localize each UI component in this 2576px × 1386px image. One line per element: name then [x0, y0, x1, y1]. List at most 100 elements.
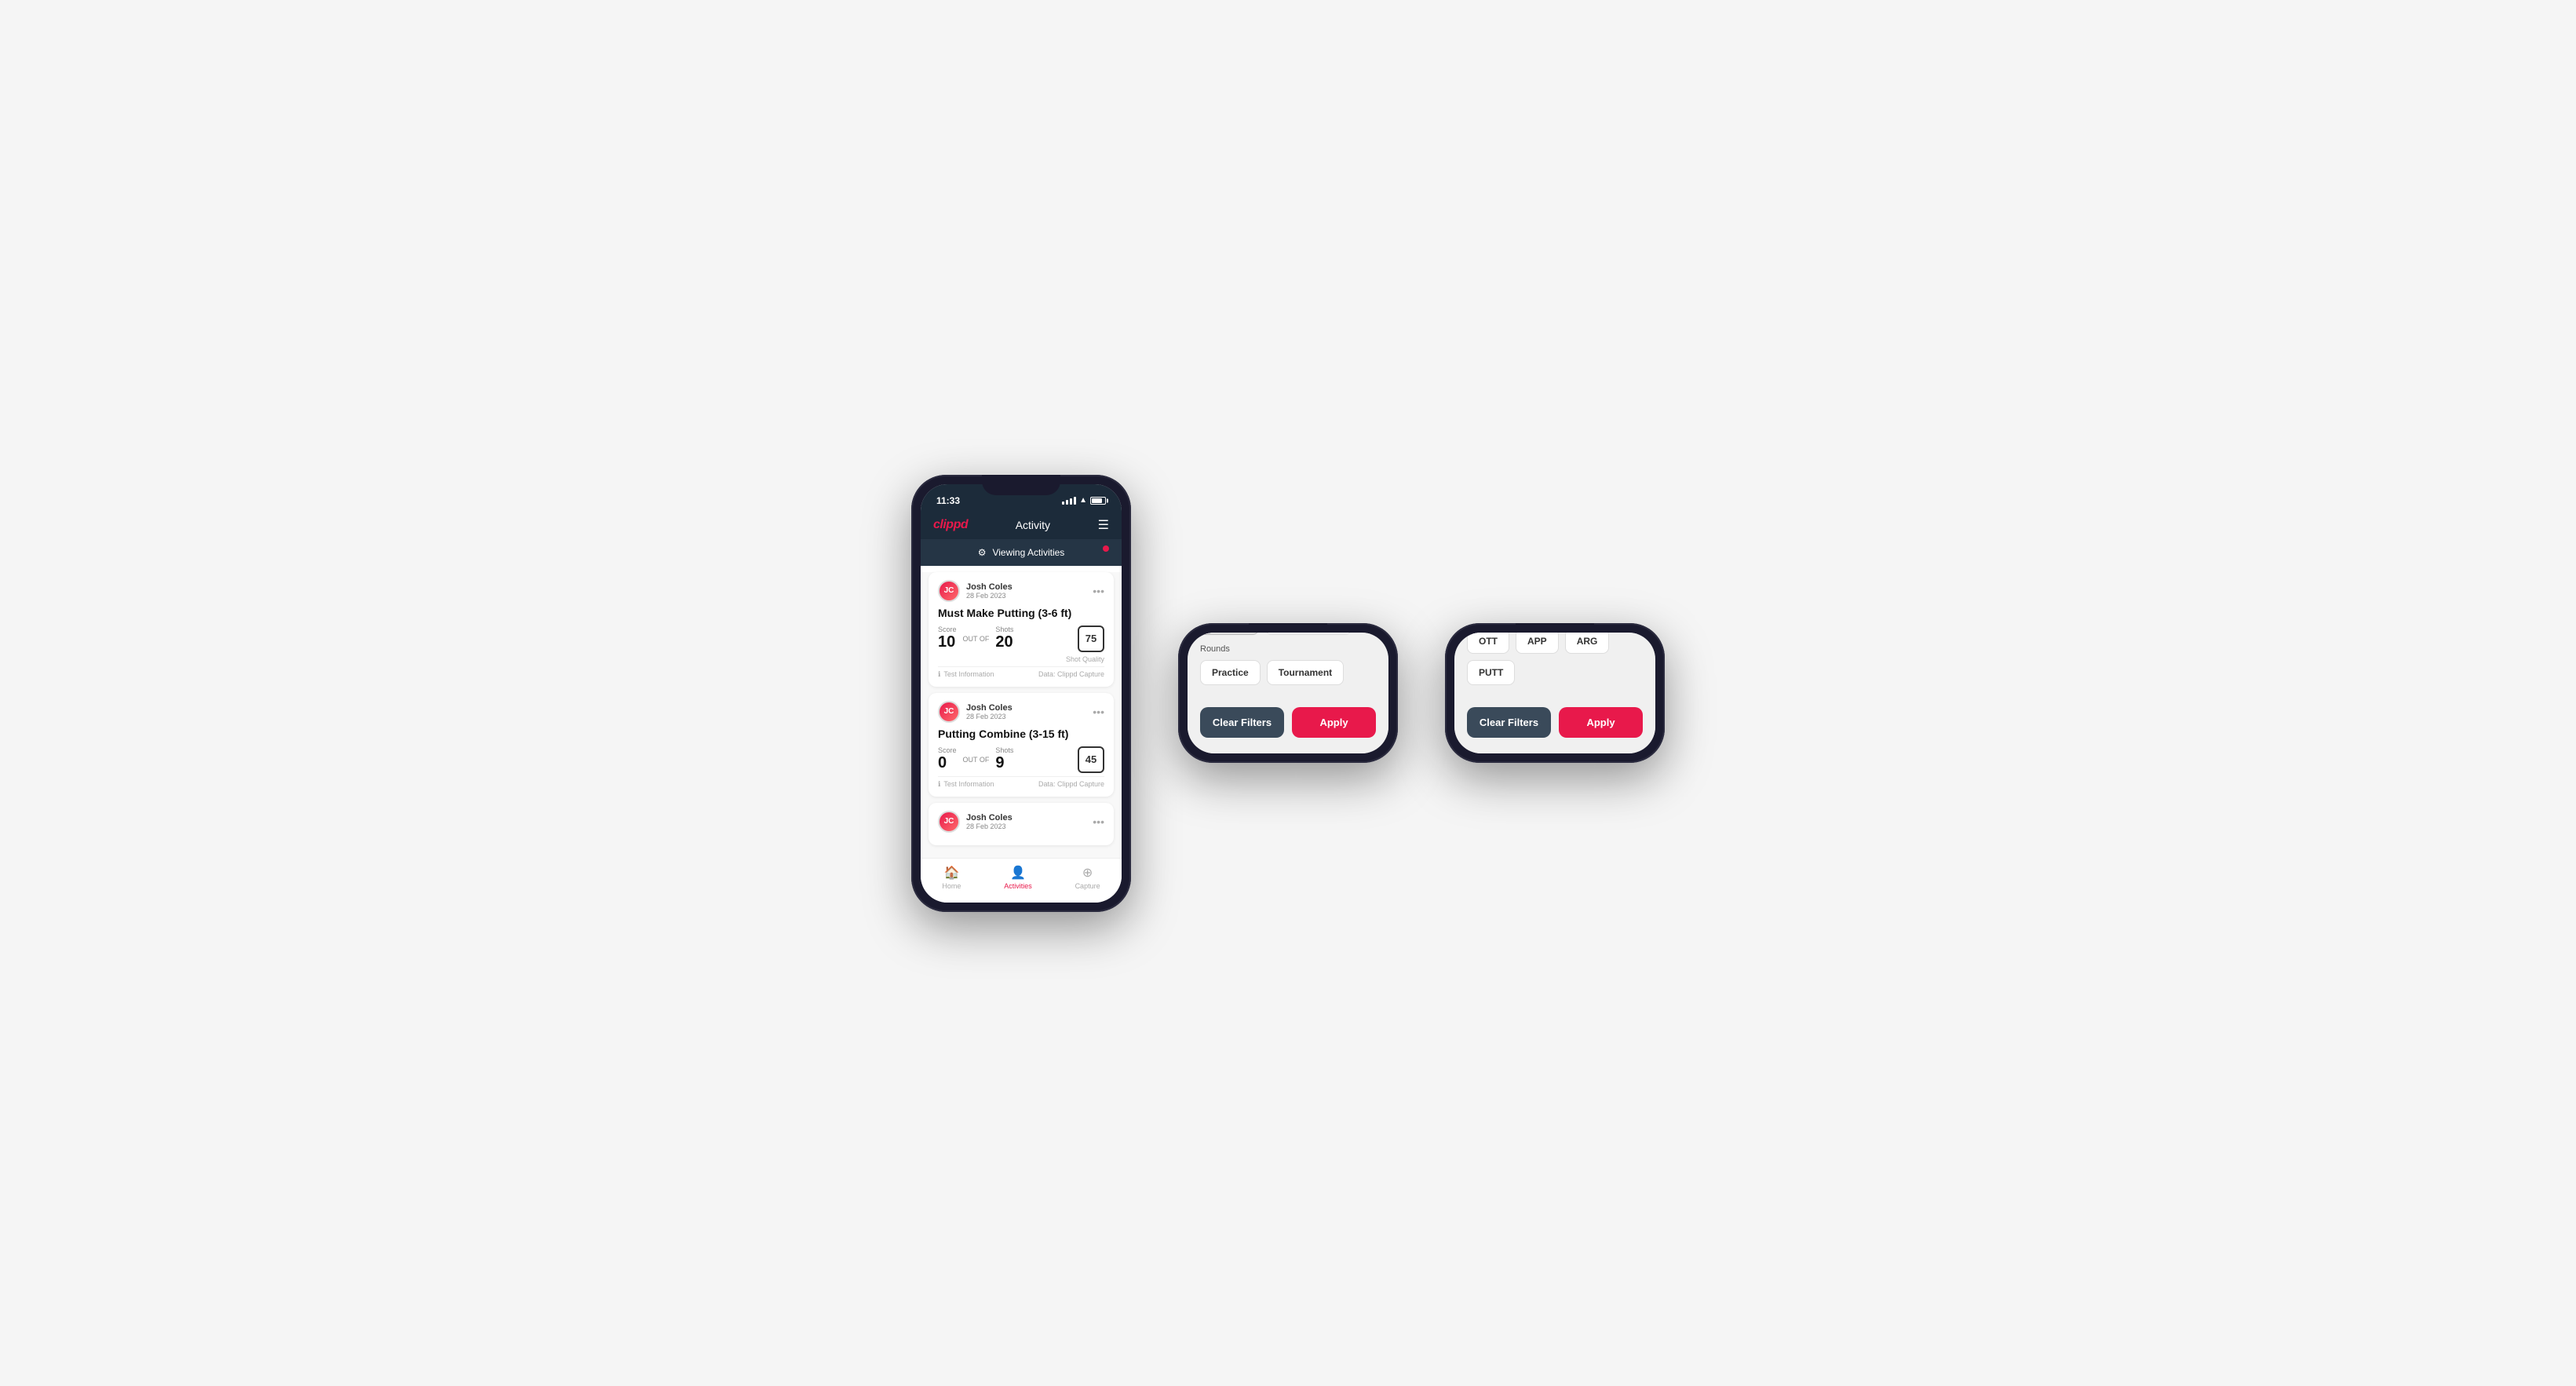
card-footer-2: ℹ Test Information Data: Clippd Capture [938, 776, 1104, 789]
practice-round-button-2[interactable]: Practice [1200, 660, 1261, 685]
score-label-2: Score [938, 746, 957, 754]
test-info-1: ℹ Test Information [938, 670, 994, 679]
clear-filters-button-3[interactable]: Clear Filters [1467, 707, 1551, 738]
menu-icon[interactable]: ☰ [1098, 517, 1109, 533]
rounds-button-2[interactable]: Rounds [1200, 633, 1259, 635]
shot-quality-value-1: 75 [1085, 633, 1096, 644]
nav-home-label: Home [942, 882, 961, 890]
card-header-2: JC Josh Coles 28 Feb 2023 ••• [938, 701, 1104, 723]
user-info-1: JC Josh Coles 28 Feb 2023 [938, 580, 1013, 602]
practice-drills-button-2[interactable]: Practice Drills [1265, 633, 1352, 635]
apply-button-3[interactable]: Apply [1559, 707, 1643, 738]
filter-overlay-2: Filter ✕ Show Rounds Practice Drills Rou… [1188, 633, 1388, 753]
user-date-3: 28 Feb 2023 [966, 822, 1013, 830]
drills-section-3: Practice Drills OTT APP ARG PUTT [1454, 633, 1655, 695]
home-icon: 🏠 [943, 865, 959, 881]
rounds-label-2: Rounds [1200, 644, 1376, 654]
avatar-1: JC [938, 580, 960, 602]
card-header-3: JC Josh Coles 28 Feb 2023 ••• [938, 811, 1104, 833]
card-header-1: JC Josh Coles 28 Feb 2023 ••• [938, 580, 1104, 602]
viewing-activities-bar[interactable]: ⚙ Viewing Activities [921, 539, 1122, 566]
shots-label-1: Shots [995, 626, 1013, 633]
nav-activities-label: Activities [1004, 882, 1032, 890]
apply-button-2[interactable]: Apply [1292, 707, 1376, 738]
nav-capture[interactable]: ⊕ Capture [1075, 865, 1100, 890]
capture-icon: ⊕ [1082, 865, 1093, 881]
tournament-button-2[interactable]: Tournament [1267, 660, 1344, 685]
filter-overlay-3: Filter ✕ Show Rounds Practice Drills Pra… [1454, 633, 1655, 753]
status-icons: ▲ [1062, 496, 1106, 505]
phone-2: 11:33 ▲ clippd Activity ☰ [1178, 623, 1398, 763]
filter-sheet-2: Filter ✕ Show Rounds Practice Drills Rou… [1188, 633, 1388, 753]
nav-header: clippd Activity ☰ [921, 511, 1122, 539]
user-info-3: JC Josh Coles 28 Feb 2023 [938, 811, 1013, 833]
score-label-1: Score [938, 626, 957, 633]
putt-button-3[interactable]: PUTT [1467, 660, 1515, 685]
clear-filters-button-2[interactable]: Clear Filters [1200, 707, 1284, 738]
avatar-3: JC [938, 811, 960, 833]
activities-icon: 👤 [1010, 865, 1026, 881]
user-date-1: 28 Feb 2023 [966, 592, 1013, 600]
notch [982, 475, 1060, 495]
data-source-1: Data: Clippd Capture [1038, 670, 1104, 678]
show-section-2: Show Rounds Practice Drills [1188, 633, 1388, 644]
nav-capture-label: Capture [1075, 882, 1100, 890]
arg-button-3[interactable]: ARG [1565, 633, 1610, 654]
activity-title-1: Must Make Putting (3-6 ft) [938, 607, 1104, 619]
user-name-1: Josh Coles [966, 582, 1013, 592]
filter-actions-2: Clear Filters Apply [1188, 695, 1388, 738]
screen-1: 11:33 ▲ clippd Activity [921, 484, 1122, 903]
stats-row-1: Score 10 OUT OF Shots 20 75 [938, 626, 1104, 652]
screen-3: 11:33 ▲ clippd Activity ☰ [1454, 633, 1655, 753]
bottom-nav: 🏠 Home 👤 Activities ⊕ Capture [921, 858, 1122, 903]
ott-button-3[interactable]: OTT [1467, 633, 1509, 654]
viewing-activities-label: Viewing Activities [992, 547, 1064, 558]
user-date-2: 28 Feb 2023 [966, 713, 1013, 720]
activity-card-2: JC Josh Coles 28 Feb 2023 ••• Putting Co… [929, 693, 1114, 797]
avatar-2: JC [938, 701, 960, 723]
phone-3: 11:33 ▲ clippd Activity ☰ [1445, 623, 1665, 763]
nav-activities[interactable]: 👤 Activities [1004, 865, 1032, 890]
filter-actions-3: Clear Filters Apply [1454, 695, 1655, 738]
red-dot [1103, 545, 1109, 552]
time: 11:33 [936, 495, 960, 506]
filter-sheet-3: Filter ✕ Show Rounds Practice Drills Pra… [1454, 633, 1655, 753]
user-info-2: JC Josh Coles 28 Feb 2023 [938, 701, 1013, 723]
phone-1: 11:33 ▲ clippd Activity [911, 475, 1131, 912]
stats-row-2: Score 0 OUT OF Shots 9 45 [938, 746, 1104, 773]
filter-icon: ⚙ [978, 547, 987, 558]
app-button-3[interactable]: APP [1516, 633, 1559, 654]
logo: clippd [933, 518, 968, 532]
nav-title: Activity [1016, 519, 1050, 531]
activity-card-1: JC Josh Coles 28 Feb 2023 ••• Must Make … [929, 572, 1114, 687]
user-name-3: Josh Coles [966, 813, 1013, 822]
drills-buttons-3: OTT APP ARG PUTT [1467, 633, 1643, 685]
more-dots-1[interactable]: ••• [1093, 585, 1104, 597]
more-dots-2[interactable]: ••• [1093, 706, 1104, 718]
shots-value-2: 9 [995, 754, 1004, 771]
signal-icon [1062, 497, 1076, 505]
shot-quality-value-2: 45 [1085, 753, 1096, 765]
shot-quality-badge-1: 75 [1078, 626, 1104, 652]
wifi-icon: ▲ [1079, 496, 1087, 505]
nav-home[interactable]: 🏠 Home [942, 865, 961, 890]
out-of-1: OUT OF [963, 635, 990, 643]
show-buttons-2: Rounds Practice Drills [1200, 633, 1376, 635]
rounds-buttons-2: Practice Tournament [1200, 660, 1376, 685]
shot-quality-label-1: Shot Quality [938, 655, 1104, 663]
user-name-2: Josh Coles [966, 703, 1013, 713]
activity-title-2: Putting Combine (3-15 ft) [938, 728, 1104, 740]
score-value-2: 0 [938, 754, 947, 771]
activity-card-3: JC Josh Coles 28 Feb 2023 ••• [929, 803, 1114, 845]
shot-quality-badge-2: 45 [1078, 746, 1104, 773]
phones-container: 11:33 ▲ clippd Activity [911, 475, 1665, 912]
data-source-2: Data: Clippd Capture [1038, 780, 1104, 788]
test-info-2: ℹ Test Information [938, 780, 994, 789]
battery-icon [1090, 497, 1106, 505]
shots-value-1: 20 [995, 633, 1013, 651]
screen-content: JC Josh Coles 28 Feb 2023 ••• Must Make … [921, 572, 1122, 858]
more-dots-3[interactable]: ••• [1093, 815, 1104, 828]
shots-label-2: Shots [995, 746, 1013, 754]
out-of-2: OUT OF [963, 756, 990, 764]
score-value-1: 10 [938, 633, 955, 651]
